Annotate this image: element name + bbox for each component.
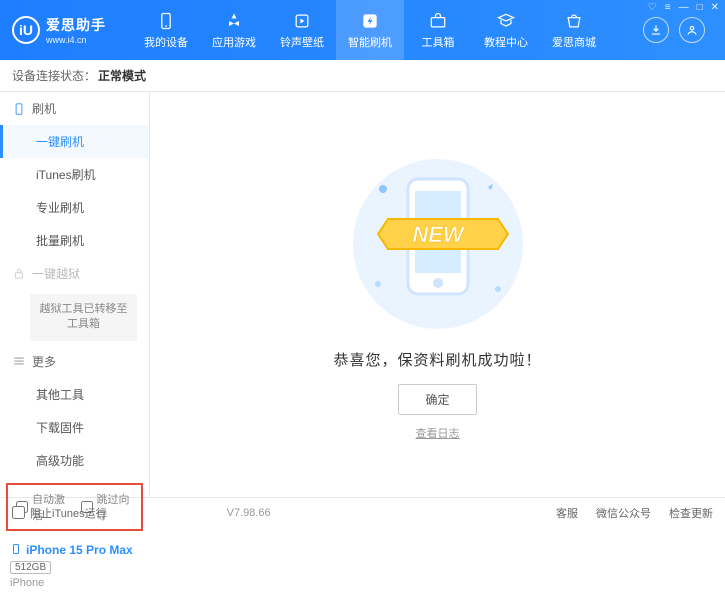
logo-title: 爱思助手: [46, 15, 106, 35]
success-message: 恭喜您，保资料刷机成功啦！: [333, 349, 541, 370]
nav-flash[interactable]: 智能刷机: [336, 0, 404, 60]
sidebar-item-pro-flash[interactable]: 专业刷机: [0, 191, 149, 224]
device-name: iPhone 15 Pro Max: [26, 543, 133, 557]
logo-subtitle: www.i4.cn: [46, 35, 106, 45]
nav-store[interactable]: 爱思商城: [540, 0, 608, 60]
store-icon: [564, 11, 584, 31]
footer-update-link[interactable]: 检查更新: [669, 505, 713, 521]
sidebar-group-label: 刷机: [32, 100, 56, 117]
sidebar-item-itunes-flash[interactable]: iTunes刷机: [0, 158, 149, 191]
ribbon-text: NEW: [412, 222, 466, 247]
device-type: iPhone: [10, 577, 139, 589]
success-illustration: NEW: [338, 149, 538, 339]
more-icon: [12, 354, 26, 368]
sidebar-group-more[interactable]: 更多: [0, 345, 149, 378]
nav-label: 教程中心: [484, 34, 528, 50]
status-value: 正常模式: [98, 67, 146, 84]
flash-icon: [360, 11, 380, 31]
footer-support-link[interactable]: 客服: [556, 505, 578, 521]
toolbox-icon: [428, 11, 448, 31]
nav-label: 应用游戏: [212, 34, 256, 50]
user-button[interactable]: [679, 17, 705, 43]
sidebar-item-download-firmware[interactable]: 下载固件: [0, 411, 149, 444]
sidebar-group-label: 一键越狱: [32, 265, 80, 282]
nav-my-device[interactable]: 我的设备: [132, 0, 200, 60]
sidebar-group-label: 更多: [32, 353, 56, 370]
sidebar-group-jailbreak: 一键越狱: [0, 257, 149, 290]
flash-group-icon: [12, 102, 26, 116]
sidebar: 刷机 一键刷机 iTunes刷机 专业刷机 批量刷机 一键越狱 越狱工具已转移至…: [0, 92, 150, 497]
sidebar-item-onekey-flash[interactable]: 一键刷机: [0, 125, 149, 158]
nav-label: 爱思商城: [552, 34, 596, 50]
download-button[interactable]: [643, 17, 669, 43]
nav-label: 智能刷机: [348, 34, 392, 50]
win-minimize-icon[interactable]: —: [679, 2, 689, 13]
main-nav: 我的设备 应用游戏 铃声壁纸 智能刷机 工具箱 教程中心 爱思商城: [132, 0, 643, 60]
win-gift-icon[interactable]: ♡: [648, 2, 657, 13]
win-menu-icon[interactable]: ≡: [665, 2, 671, 13]
nav-label: 铃声壁纸: [280, 34, 324, 50]
win-maximize-icon[interactable]: □: [697, 2, 703, 13]
logo[interactable]: iU 爱思助手 www.i4.cn: [12, 15, 132, 45]
main-content: NEW 恭喜您，保资料刷机成功啦！ 确定 查看日志: [150, 92, 725, 497]
ringtone-icon: [292, 11, 312, 31]
win-close-icon[interactable]: ✕: [711, 2, 719, 13]
nav-label: 工具箱: [422, 34, 455, 50]
nav-ringtones[interactable]: 铃声壁纸: [268, 0, 336, 60]
device-info[interactable]: iPhone 15 Pro Max 512GB iPhone: [0, 537, 149, 595]
nav-apps-games[interactable]: 应用游戏: [200, 0, 268, 60]
tutorial-icon: [496, 11, 516, 31]
sidebar-item-advanced[interactable]: 高级功能: [0, 444, 149, 477]
sidebar-group-flash[interactable]: 刷机: [0, 92, 149, 125]
status-label: 设备连接状态：: [12, 67, 96, 84]
phone-icon: [10, 543, 22, 558]
lock-icon: [12, 267, 26, 281]
device-icon: [156, 11, 176, 31]
block-itunes-checkbox[interactable]: 阻止iTunes运行: [12, 505, 107, 521]
nav-label: 我的设备: [144, 34, 188, 50]
view-log-link[interactable]: 查看日志: [416, 425, 460, 441]
nav-toolbox[interactable]: 工具箱: [404, 0, 472, 60]
apps-icon: [224, 11, 244, 31]
device-storage: 512GB: [10, 561, 51, 574]
version-text: V7.98.66: [227, 507, 271, 519]
status-bar: 设备连接状态： 正常模式: [0, 60, 725, 92]
checkbox-label: 阻止iTunes运行: [30, 505, 107, 521]
sidebar-item-batch-flash[interactable]: 批量刷机: [0, 224, 149, 257]
jailbreak-note: 越狱工具已转移至工具箱: [30, 294, 137, 341]
sidebar-item-other-tools[interactable]: 其他工具: [0, 378, 149, 411]
nav-tutorials[interactable]: 教程中心: [472, 0, 540, 60]
ok-button[interactable]: 确定: [398, 384, 476, 415]
logo-icon: iU: [12, 16, 40, 44]
footer-wechat-link[interactable]: 微信公众号: [596, 505, 651, 521]
header: iU 爱思助手 www.i4.cn 我的设备 应用游戏 铃声壁纸 智能刷机 工具…: [0, 0, 725, 60]
